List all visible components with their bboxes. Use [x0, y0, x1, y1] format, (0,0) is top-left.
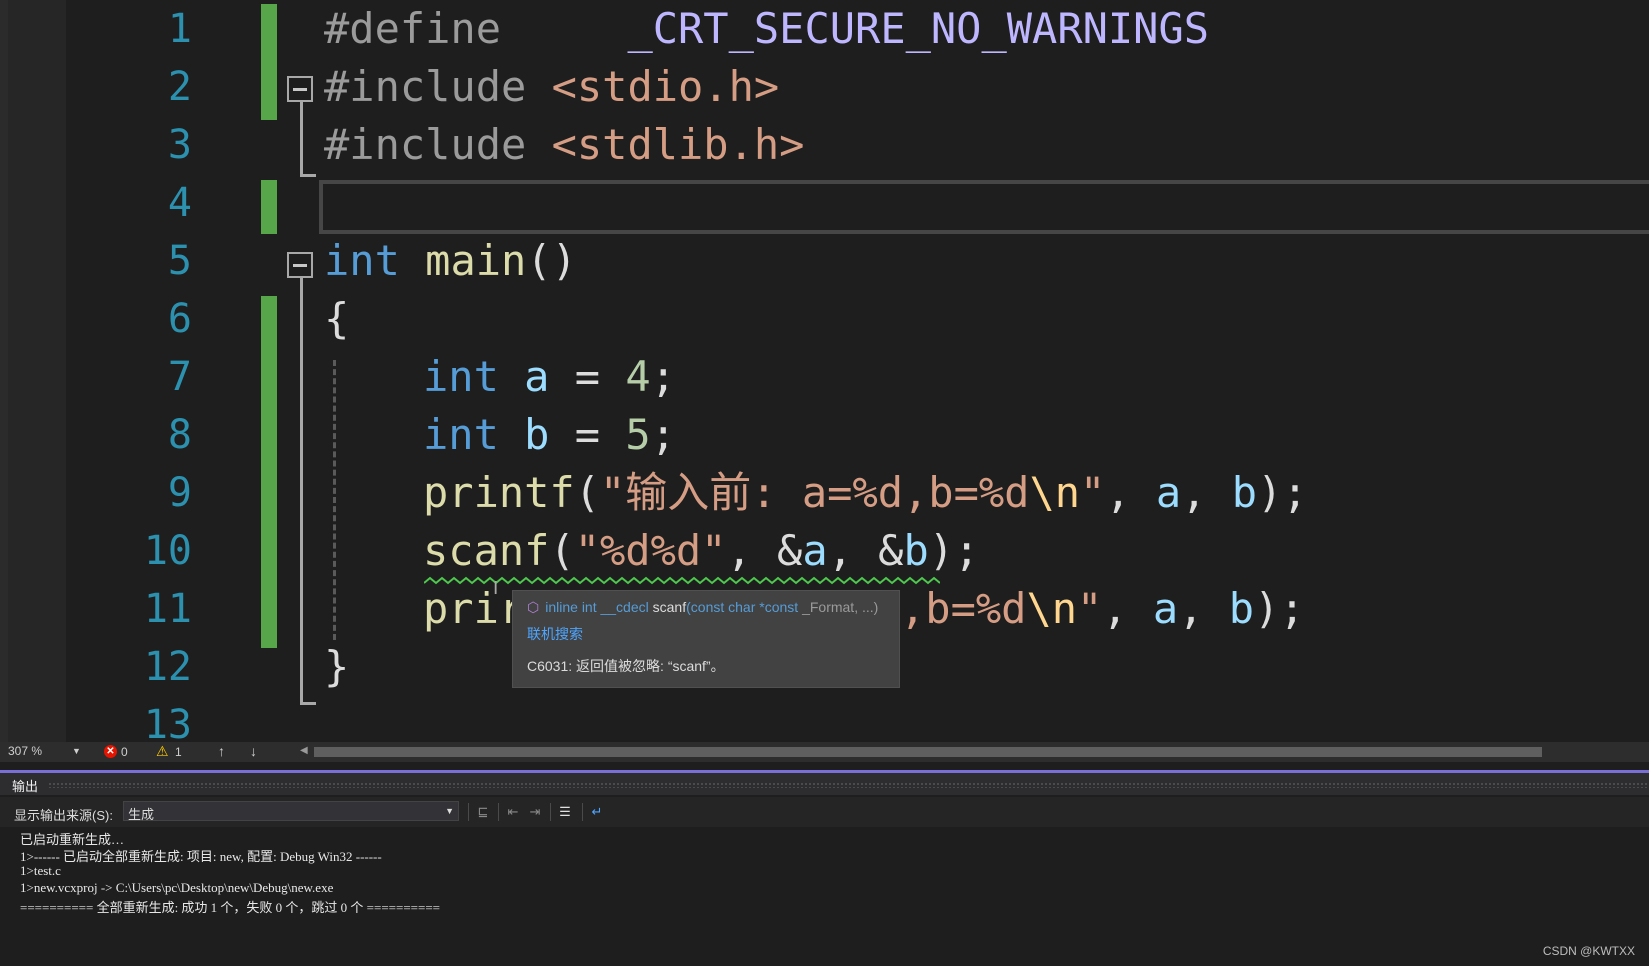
code-line-10[interactable]: scanf("%d%d", &a, &b); — [423, 522, 979, 580]
code-line-5[interactable]: int main() — [324, 232, 577, 290]
collapse-main-toggle[interactable] — [287, 252, 313, 278]
output-line: 1>test.c — [20, 863, 61, 878]
code-line-9[interactable]: printf("输入前: a=%d,b=%d\n", a, b); — [423, 464, 1308, 522]
outline-line — [300, 102, 303, 176]
outline-line — [300, 278, 303, 704]
horizontal-scrollbar-thumb[interactable] — [314, 747, 1542, 757]
change-indicator — [261, 4, 277, 120]
quick-info-tooltip: ⬡ inline int __cdecl scanf(const char *co… — [512, 590, 900, 688]
panel-grip[interactable] — [48, 782, 1649, 788]
chevron-down-icon: ▼ — [72, 746, 81, 756]
clear-all-icon[interactable]: ☰ — [556, 803, 574, 821]
warning-squiggle[interactable] — [424, 576, 940, 586]
zoom-level: 307 % — [8, 744, 43, 758]
line-number: 7 — [167, 354, 192, 400]
chevron-down-icon: ▼ — [445, 806, 454, 816]
output-toolbar: 显示输出来源(S): 生成 ▼ ⊑ ⇤ ⇥ ☰ ↵ — [0, 797, 1649, 827]
error-count[interactable]: 0 — [121, 745, 128, 759]
cube-icon: ⬡ — [527, 599, 540, 615]
outline-end — [300, 702, 316, 705]
current-line-highlight — [319, 180, 1649, 234]
output-source-value: 生成 — [128, 807, 155, 822]
code-line-2[interactable]: #include <stdio.h> — [324, 58, 779, 116]
toolbar-separator — [582, 803, 583, 821]
code-line-12[interactable]: } — [324, 638, 349, 696]
line-number: 5 — [167, 238, 192, 284]
output-panel-title: 输出 — [12, 779, 39, 794]
toolbar-separator — [550, 803, 551, 821]
scroll-left-icon[interactable]: ◀ — [300, 745, 308, 756]
line-number: 6 — [167, 296, 192, 342]
toolbar-separator — [498, 803, 499, 821]
line-number: 9 — [167, 470, 192, 516]
line-number: 11 — [143, 586, 192, 632]
output-line: 1>new.vcxproj -> C:\Users\pc\Desktop\new… — [20, 880, 334, 895]
warning-count[interactable]: 1 — [175, 745, 182, 759]
code-line-1[interactable]: #define _CRT_SECURE_NO_WARNINGS — [324, 0, 1209, 58]
line-number: 2 — [167, 64, 192, 110]
toolbar-separator — [468, 803, 469, 821]
line-number: 4 — [167, 180, 192, 226]
find-message-icon[interactable]: ⊑ — [474, 803, 492, 821]
previous-issue-arrow-icon[interactable]: ↑ — [218, 743, 225, 759]
output-text-area[interactable]: 已启动重新生成… 1>------ 已启动全部重新生成: 项目: new, 配置… — [0, 827, 1649, 966]
editor-status-bar: 307 % ▼ ✕ 0 ⚠ 1 ↑ ↓ ◀ — [0, 742, 1649, 762]
word-wrap-icon[interactable]: ↵ — [588, 803, 606, 821]
code-line-6[interactable]: { — [324, 290, 349, 348]
indent-guide — [333, 360, 336, 640]
collapse-includes-toggle[interactable] — [287, 76, 313, 102]
function-signature: ⬡ inline int __cdecl scanf(const char *co… — [527, 599, 879, 615]
code-line-8[interactable]: int b = 5; — [423, 406, 676, 464]
watermark: CSDN @KWTXX — [1542, 944, 1635, 958]
code-line-11-start[interactable]: prir — [423, 580, 524, 638]
zoom-level-dropdown[interactable]: 307 % ▼ — [8, 744, 81, 760]
code-line-3[interactable]: #include <stdlib.h> — [324, 116, 804, 174]
line-number: 3 — [167, 122, 192, 168]
editor-left-strip — [0, 0, 8, 742]
warning-message: C6031: 返回值被忽略: “scanf”。 — [527, 658, 725, 674]
warning-icon[interactable]: ⚠ — [156, 743, 169, 760]
previous-message-icon[interactable]: ⇤ — [504, 803, 522, 821]
glyph-margin[interactable] — [8, 0, 66, 742]
output-source-select[interactable]: 生成 ▼ — [123, 801, 459, 822]
error-icon[interactable]: ✕ — [104, 745, 117, 758]
line-number: 1 — [167, 6, 192, 52]
line-number: 8 — [167, 412, 192, 458]
output-line: ========== 全部重新生成: 成功 1 个，失败 0 个，跳过 0 个 … — [20, 900, 440, 915]
mouse-ibeam-icon: I — [493, 578, 499, 599]
output-source-label: 显示输出来源(S): — [14, 808, 113, 823]
line-number: 10 — [143, 528, 192, 574]
change-indicator — [261, 180, 277, 234]
line-number: 12 — [143, 644, 192, 690]
code-line-11-end[interactable]: ,b=%d\n", a, b); — [900, 580, 1305, 638]
next-message-icon[interactable]: ⇥ — [526, 803, 544, 821]
change-indicator — [261, 296, 277, 648]
output-panel-header[interactable]: 输出 — [0, 773, 1649, 795]
code-line-7[interactable]: int a = 4; — [423, 348, 676, 406]
code-editor[interactable]: 1 2 3 4 5 6 7 8 9 10 11 12 13 #define _C… — [0, 0, 1649, 742]
output-line: 1>------ 已启动全部重新生成: 项目: new, 配置: Debug W… — [20, 849, 382, 864]
outline-end — [300, 174, 316, 177]
line-number: 13 — [143, 702, 192, 742]
next-issue-arrow-icon[interactable]: ↓ — [250, 743, 257, 759]
online-search-link[interactable]: 联机搜索 — [527, 624, 583, 644]
